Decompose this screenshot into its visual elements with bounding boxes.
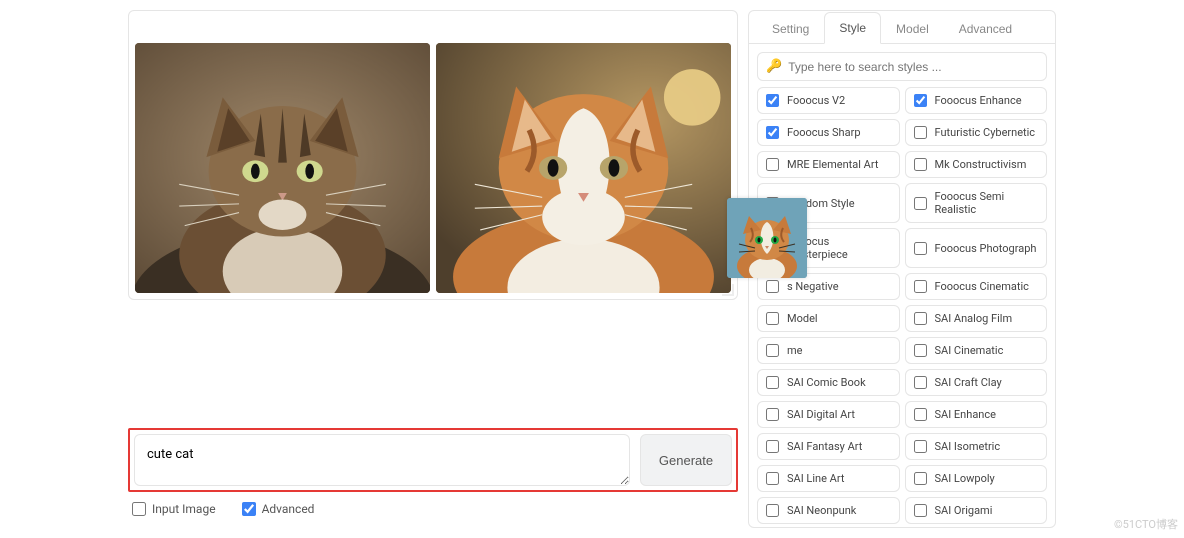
- style-option[interactable]: Fooocus Cinematic: [905, 273, 1048, 300]
- style-label: Fooocus Semi Realistic: [935, 190, 1039, 216]
- style-label: SAI Fantasy Art: [787, 440, 862, 453]
- style-option[interactable]: Fooocus Semi Realistic: [905, 183, 1048, 223]
- style-option[interactable]: SAI Lowpoly: [905, 465, 1048, 492]
- input-image-checkbox[interactable]: Input Image: [132, 502, 216, 516]
- watermark: ©51CTO博客: [1114, 516, 1178, 532]
- style-option[interactable]: Fooocus V2: [757, 87, 900, 114]
- style-option[interactable]: SAI Line Art: [757, 465, 900, 492]
- style-label: SAI Comic Book: [787, 376, 866, 389]
- style-option[interactable]: SAI Craft Clay: [905, 369, 1048, 396]
- style-label: SAI Line Art: [787, 472, 844, 485]
- style-label: SAI Digital Art: [787, 408, 855, 421]
- style-label: SAI Analog Film: [935, 312, 1013, 325]
- generate-button[interactable]: Generate: [640, 434, 732, 486]
- style-label: SAI Isometric: [935, 440, 1001, 453]
- tab-model[interactable]: Model: [881, 12, 944, 44]
- style-option[interactable]: Model: [757, 305, 900, 332]
- style-label: SAI Craft Clay: [935, 376, 1002, 389]
- style-checkbox[interactable]: [914, 504, 927, 517]
- style-search-input[interactable]: [788, 60, 1038, 74]
- style-option[interactable]: Futuristic Cybernetic: [905, 119, 1048, 146]
- style-option[interactable]: Fooocus Photograph: [905, 228, 1048, 268]
- style-checkbox[interactable]: [914, 158, 927, 171]
- style-checkbox[interactable]: [914, 344, 927, 357]
- style-label: SAI Enhance: [935, 408, 996, 421]
- style-checkbox[interactable]: [766, 126, 779, 139]
- style-option[interactable]: SAI Origami: [905, 497, 1048, 524]
- style-option[interactable]: SAI Digital Art: [757, 401, 900, 428]
- style-checkbox[interactable]: [914, 472, 927, 485]
- style-option[interactable]: Fooocus Sharp: [757, 119, 900, 146]
- style-label: Model: [787, 312, 818, 325]
- style-checkbox[interactable]: [914, 408, 927, 421]
- input-image-checkbox-box[interactable]: [132, 502, 146, 516]
- style-option[interactable]: SAI Isometric: [905, 433, 1048, 460]
- style-option[interactable]: me: [757, 337, 900, 364]
- style-label: Fooocus Enhance: [935, 94, 1022, 107]
- style-checkbox[interactable]: [766, 94, 779, 107]
- style-preview-thumbnail[interactable]: [727, 198, 807, 278]
- style-list[interactable]: Fooocus V2 Fooocus Enhance Fooocus Sharp Fu…: [749, 87, 1055, 527]
- style-option[interactable]: SAI Cinematic: [905, 337, 1048, 364]
- style-checkbox[interactable]: [766, 280, 779, 293]
- style-label: SAI Lowpoly: [935, 472, 995, 485]
- tab-style[interactable]: Style: [824, 12, 881, 44]
- style-label: Fooocus Cinematic: [935, 280, 1029, 293]
- style-checkbox[interactable]: [914, 242, 927, 255]
- style-option[interactable]: MRE Elemental Art: [757, 151, 900, 178]
- style-checkbox[interactable]: [914, 312, 927, 325]
- style-checkbox[interactable]: [914, 440, 927, 453]
- style-label: Futuristic Cybernetic: [935, 126, 1036, 139]
- style-checkbox[interactable]: [766, 504, 779, 517]
- advanced-checkbox[interactable]: Advanced: [242, 502, 315, 516]
- style-checkbox[interactable]: [766, 158, 779, 171]
- style-checkbox[interactable]: [766, 376, 779, 389]
- tab-setting[interactable]: Setting: [757, 12, 824, 44]
- style-label: Fooocus V2: [787, 94, 845, 107]
- style-label: SAI Cinematic: [935, 344, 1004, 357]
- style-label: Mk Constructivism: [935, 158, 1027, 171]
- tab-advanced[interactable]: Advanced: [944, 12, 1027, 44]
- style-checkbox[interactable]: [766, 408, 779, 421]
- prompt-input[interactable]: [134, 434, 630, 486]
- advanced-checkbox-box[interactable]: [242, 502, 256, 516]
- style-option[interactable]: SAI Analog Film: [905, 305, 1048, 332]
- style-checkbox[interactable]: [914, 94, 927, 107]
- wand-icon: 🔑: [766, 59, 782, 74]
- style-label: me: [787, 344, 802, 357]
- style-checkbox[interactable]: [766, 344, 779, 357]
- style-checkbox[interactable]: [766, 312, 779, 325]
- style-checkbox[interactable]: [766, 472, 779, 485]
- style-option[interactable]: SAI Neonpunk: [757, 497, 900, 524]
- style-checkbox[interactable]: [914, 197, 927, 210]
- image-output-panel: [128, 10, 738, 300]
- style-option[interactable]: Fooocus Enhance: [905, 87, 1048, 114]
- style-label: s Negative: [787, 280, 839, 293]
- advanced-label: Advanced: [262, 502, 315, 516]
- style-checkbox[interactable]: [914, 280, 927, 293]
- style-option[interactable]: SAI Fantasy Art: [757, 433, 900, 460]
- input-image-label: Input Image: [152, 502, 216, 516]
- style-checkbox[interactable]: [914, 376, 927, 389]
- style-checkbox[interactable]: [766, 440, 779, 453]
- result-image-1[interactable]: [135, 43, 430, 293]
- style-label: SAI Neonpunk: [787, 504, 856, 517]
- style-checkbox[interactable]: [914, 126, 927, 139]
- style-label: Fooocus Photograph: [935, 242, 1037, 255]
- style-option[interactable]: SAI Enhance: [905, 401, 1048, 428]
- style-option[interactable]: Mk Constructivism: [905, 151, 1048, 178]
- style-label: Fooocus Sharp: [787, 126, 861, 139]
- style-label: MRE Elemental Art: [787, 158, 878, 171]
- style-search[interactable]: 🔑: [757, 52, 1047, 81]
- style-label: SAI Origami: [935, 504, 993, 517]
- style-option[interactable]: SAI Comic Book: [757, 369, 900, 396]
- prompt-row: Generate: [128, 428, 738, 492]
- result-image-2[interactable]: [436, 43, 731, 293]
